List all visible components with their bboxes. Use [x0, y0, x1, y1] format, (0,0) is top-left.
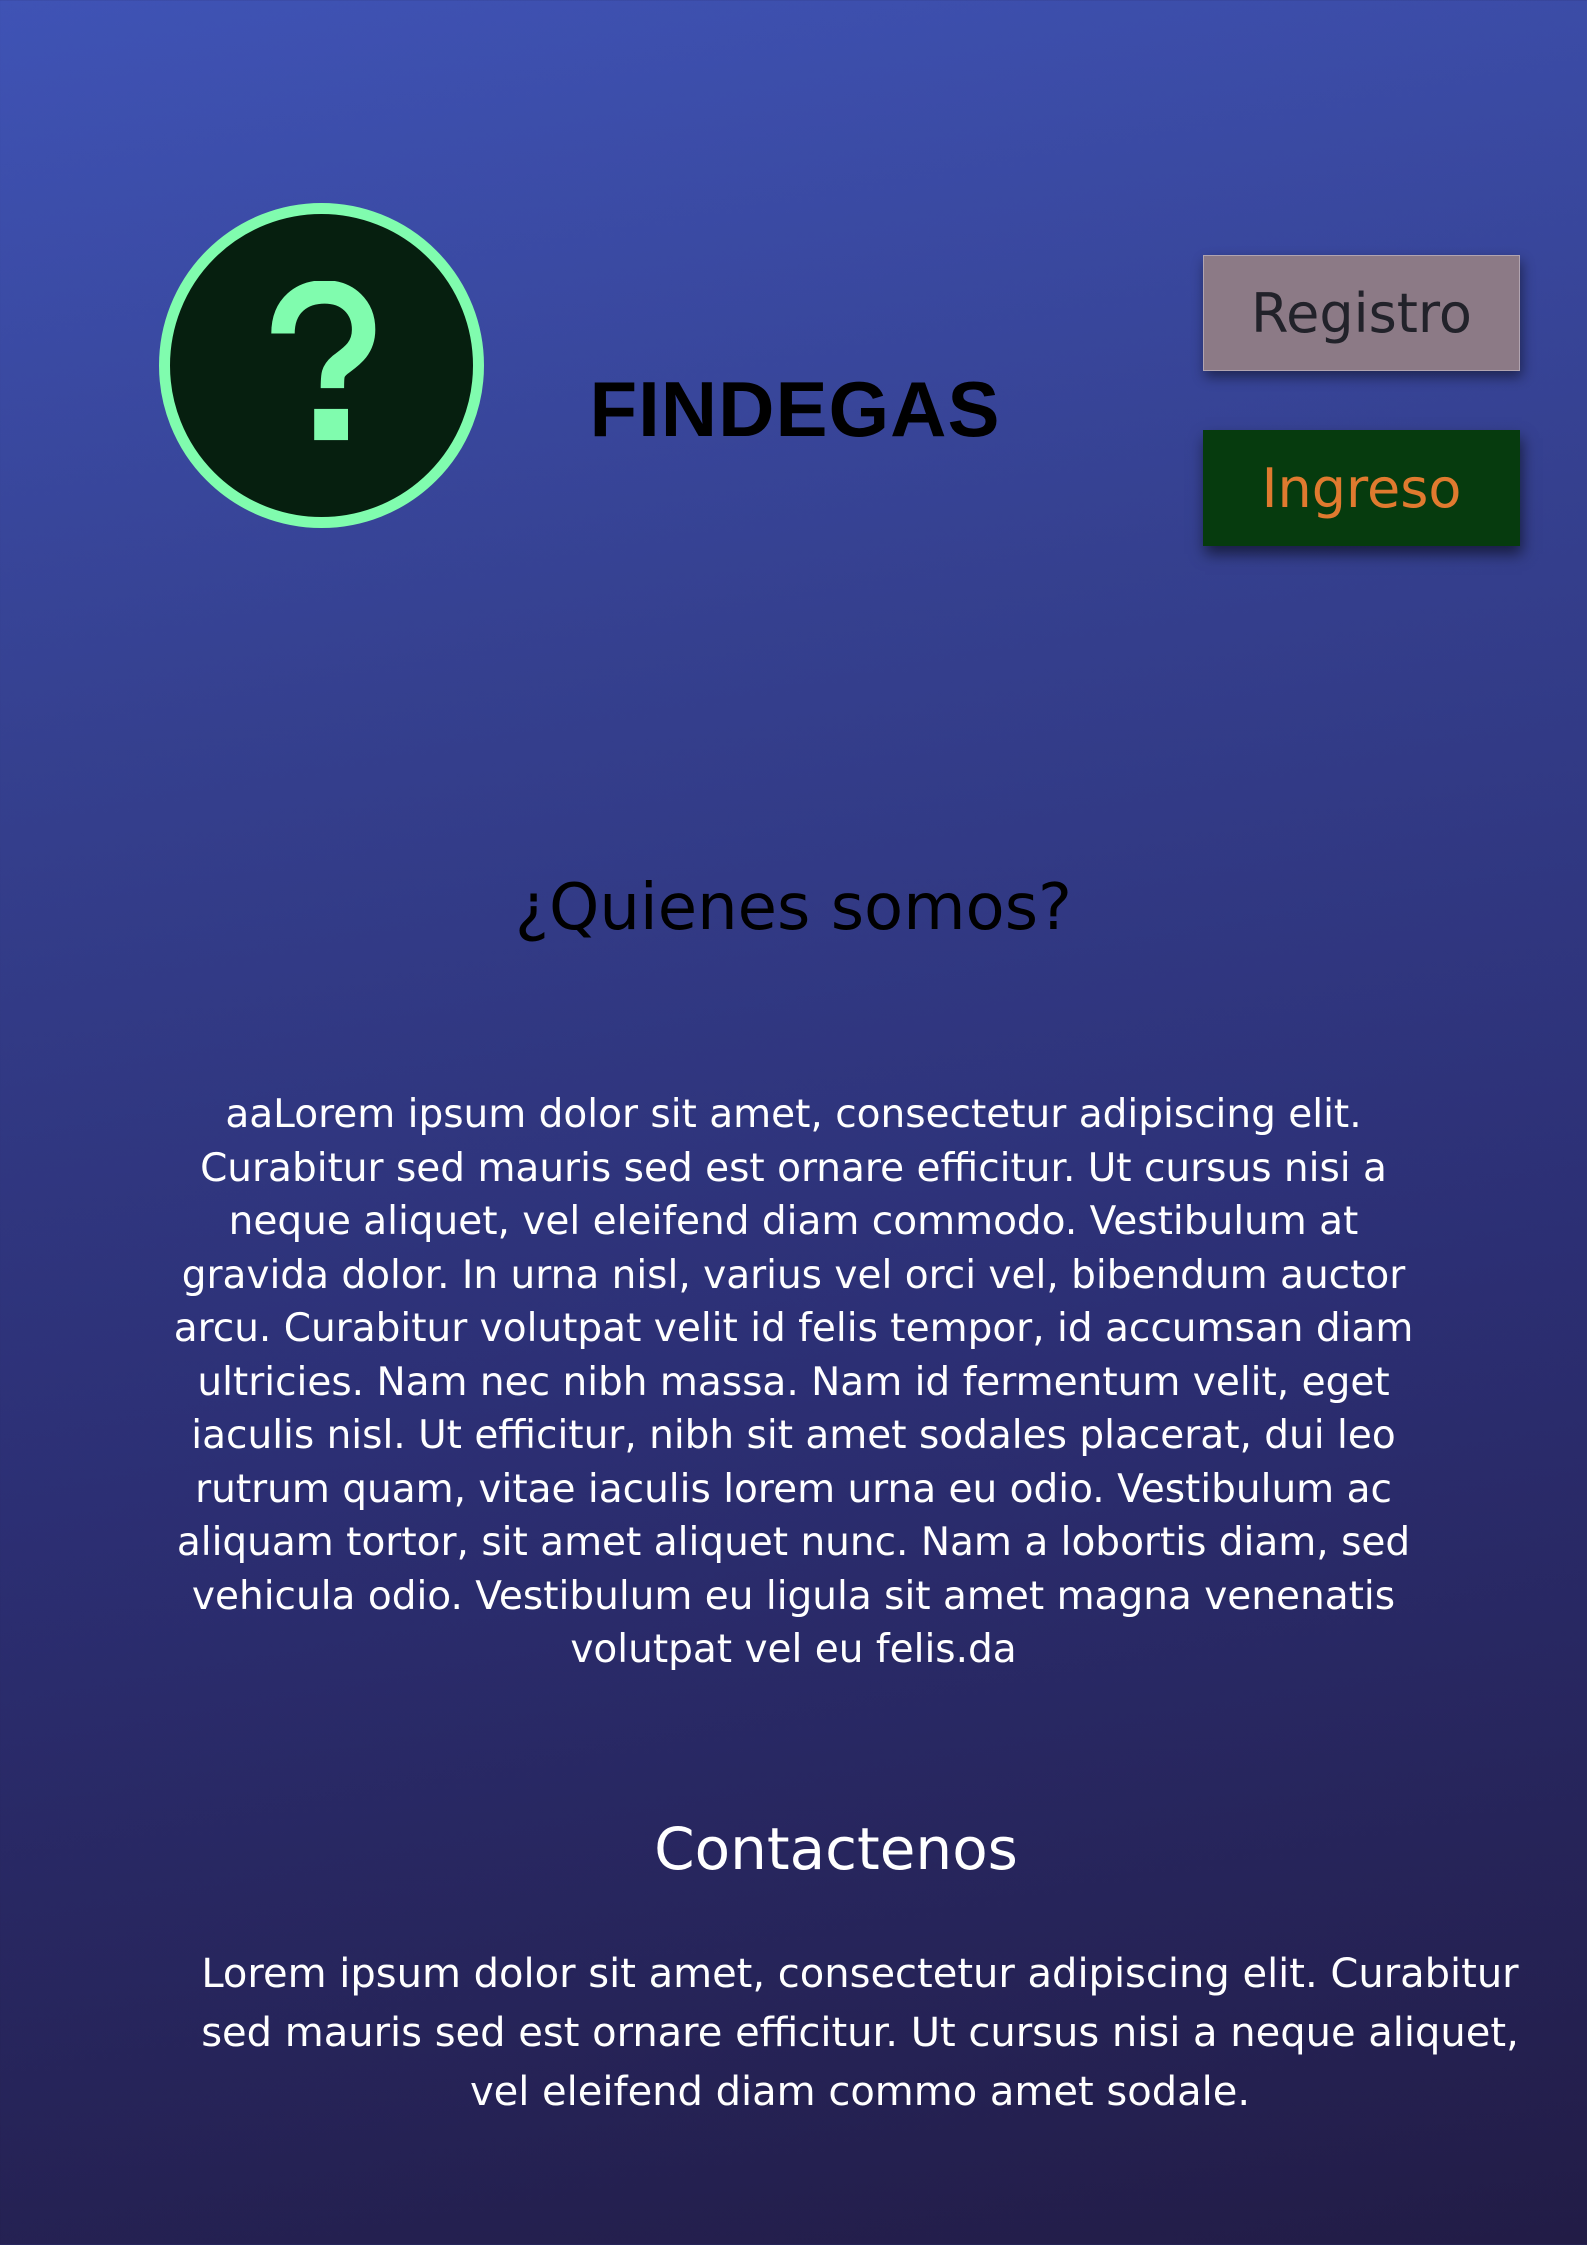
- brand-name: FINDEGAS: [589, 365, 1001, 453]
- about-text: aaLorem ipsum dolor sit amet, consectetu…: [173, 1092, 1414, 1672]
- logo: [159, 203, 484, 528]
- contact-text: Lorem ipsum dolor sit amet, consectetur …: [201, 1951, 1519, 2115]
- about-title: ¿Quienes somos?: [515, 871, 1072, 945]
- contact-title: Contactenos: [654, 1815, 1018, 1883]
- question-mark-icon: [270, 280, 375, 440]
- login-button[interactable]: Ingreso: [1203, 430, 1520, 546]
- register-button[interactable]: Registro: [1203, 255, 1520, 371]
